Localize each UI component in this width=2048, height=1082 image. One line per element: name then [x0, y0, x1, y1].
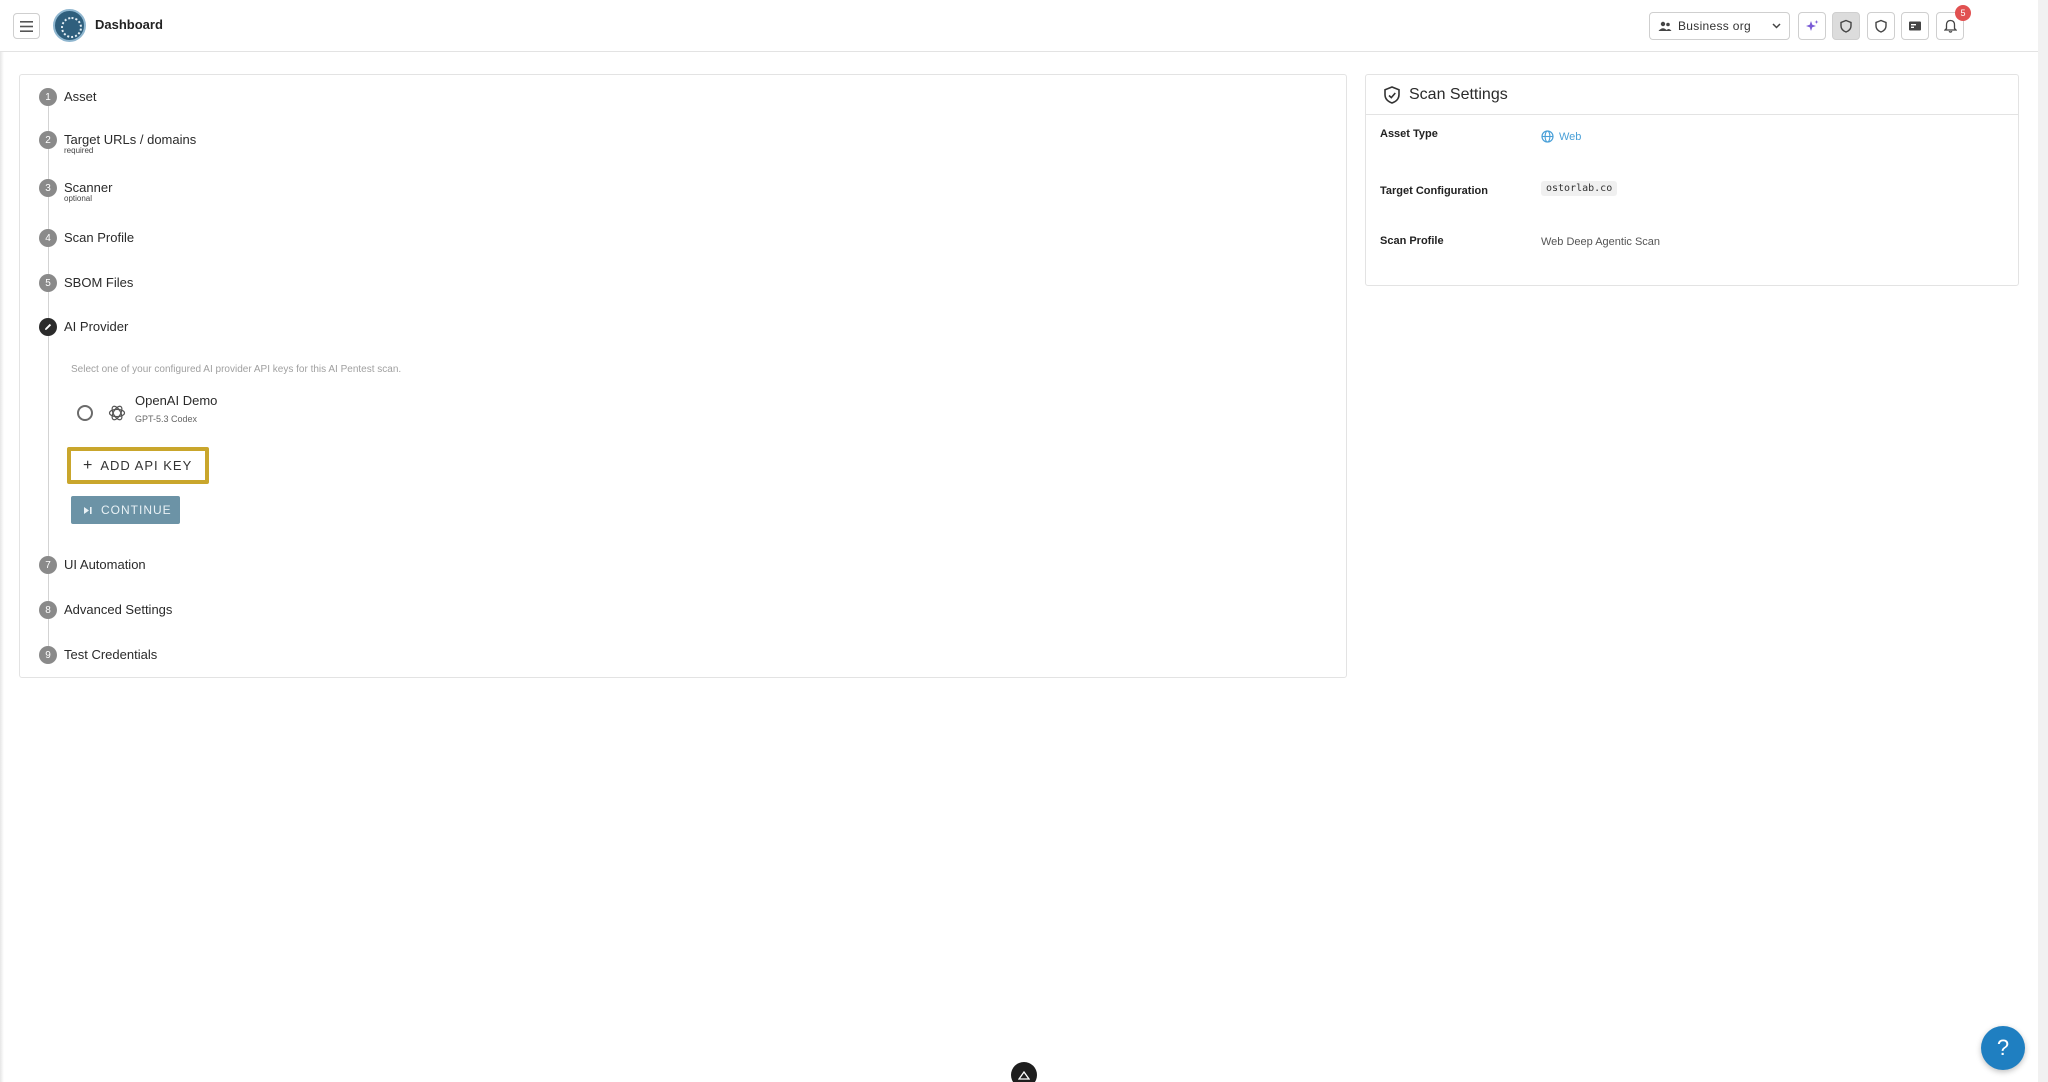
step-number: 9: [39, 646, 57, 664]
provider-option-openai-demo[interactable]: OpenAI Demo GPT-5.3 Codex: [77, 392, 217, 424]
refresh-shield-icon: [1840, 19, 1852, 33]
add-api-key-label: ADD API KEY: [100, 458, 193, 473]
step-ai-provider[interactable]: AI Provider: [39, 318, 128, 336]
refresh-shield-icon: [1384, 85, 1400, 104]
target-configuration-value: ostorlab.co: [1541, 181, 1618, 196]
menu-button[interactable]: [13, 13, 40, 39]
step-number: 7: [39, 556, 57, 574]
hamburger-icon: [20, 20, 33, 32]
step-number: 3: [39, 179, 57, 197]
step-scan-profile[interactable]: 4 Scan Profile: [39, 229, 134, 247]
people-icon: [1658, 21, 1672, 31]
asset-type-label: Asset Type: [1380, 128, 1438, 140]
scan-settings-panel: Scan Settings Asset Type Web Target Conf…: [1365, 74, 2019, 286]
mountain-icon: [1018, 1070, 1030, 1080]
provider-name: OpenAI Demo: [135, 393, 218, 408]
step-number: 5: [39, 274, 57, 292]
pencil-icon: [45, 323, 52, 330]
chevron-down-icon: [1772, 23, 1781, 29]
bell-icon: [1943, 19, 1957, 33]
step-label: UI Automation: [64, 557, 146, 572]
step-label: Advanced Settings: [64, 602, 173, 617]
shield-icon: [1875, 19, 1887, 33]
step-number: 2: [39, 131, 57, 149]
step-label: AI Provider: [64, 319, 129, 334]
scan-stepper-panel: [19, 74, 1347, 678]
step-number: 8: [39, 601, 57, 619]
step-test-credentials[interactable]: 9 Test Credentials: [39, 646, 157, 664]
openai-logo-icon: [108, 405, 126, 420]
scan-profile-label: Scan Profile: [1380, 235, 1444, 247]
skip-next-icon: [84, 506, 92, 514]
continue-button[interactable]: CONTINUE: [71, 496, 180, 524]
plus-icon: +: [83, 456, 93, 474]
asset-type-text: Web: [1559, 130, 1582, 143]
scrollbar-track[interactable]: [2038, 0, 2048, 1082]
tickets-button[interactable]: [1901, 12, 1929, 40]
step-ui-automation[interactable]: 7 UI Automation: [39, 556, 146, 574]
step-scanner[interactable]: 3 Scanner optional: [39, 179, 112, 203]
org-selector[interactable]: Business org: [1649, 12, 1790, 40]
app-logo[interactable]: [53, 9, 86, 42]
ai-assistant-button[interactable]: [1798, 12, 1826, 40]
org-selector-label: Business org: [1678, 19, 1751, 33]
ai-provider-hint: Select one of your configured AI provide…: [71, 364, 402, 375]
step-number: 4: [39, 229, 57, 247]
add-api-key-button[interactable]: + ADD API KEY: [67, 447, 209, 484]
step-label: Test Credentials: [64, 647, 158, 662]
step-sublabel: required: [64, 146, 94, 155]
step-advanced-settings[interactable]: 8 Advanced Settings: [39, 601, 172, 619]
step-target-urls[interactable]: 2 Target URLs / domains required: [39, 131, 196, 155]
help-button[interactable]: ?: [1981, 1026, 2025, 1070]
scan-button[interactable]: [1832, 12, 1860, 40]
step-sbom-files[interactable]: 5 SBOM Files: [39, 274, 133, 292]
target-configuration-label: Target Configuration: [1380, 185, 1488, 197]
step-label: Scan Profile: [64, 230, 135, 245]
provider-model: GPT-5.3 Codex: [135, 414, 198, 424]
top-bar: Dashboard Business org 5: [0, 0, 2038, 52]
continue-label: CONTINUE: [101, 503, 172, 517]
target-domain-chip: ostorlab.co: [1541, 181, 1618, 196]
page-title: Dashboard: [95, 17, 163, 32]
asset-type-value: Web: [1541, 130, 1581, 143]
scan-settings-header: Scan Settings: [1366, 75, 2018, 115]
globe-icon: [1541, 130, 1554, 143]
left-edge-shadow: [0, 52, 4, 1082]
security-button[interactable]: [1867, 12, 1895, 40]
step-current-marker: [39, 318, 57, 336]
scan-profile-value: Web Deep Agentic Scan: [1541, 236, 1661, 248]
provider-radio[interactable]: [77, 404, 93, 421]
scan-settings-title: Scan Settings: [1409, 85, 1508, 103]
ticket-icon: [1909, 21, 1921, 31]
step-asset[interactable]: 1 Asset: [39, 88, 97, 106]
sparkle-icon: [1806, 20, 1819, 31]
step-number: 1: [39, 88, 57, 106]
step-label: SBOM Files: [64, 275, 134, 290]
app-launcher-button[interactable]: [1011, 1062, 1037, 1082]
notification-badge: 5: [1955, 5, 1971, 21]
step-sublabel: optional: [64, 194, 93, 203]
step-label: Asset: [64, 89, 97, 104]
